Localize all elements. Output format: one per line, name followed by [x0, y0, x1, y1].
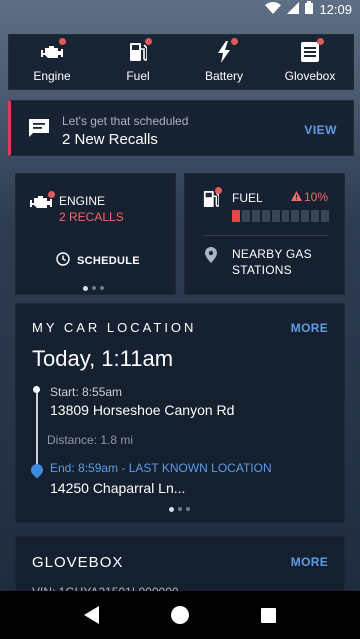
status-time: 12:09 — [319, 1, 352, 17]
trip-timeline-line — [36, 391, 38, 471]
quick-action-battery[interactable]: Battery — [181, 35, 267, 89]
home-icon[interactable] — [171, 606, 189, 624]
warning-icon — [290, 190, 302, 204]
schedule-button[interactable]: SCHEDULE — [56, 252, 140, 269]
android-nav-bar — [0, 591, 360, 639]
alert-dot — [59, 38, 66, 45]
pager-dot — [178, 507, 182, 511]
fuel-pump-icon — [126, 38, 152, 63]
recent-apps-icon[interactable] — [261, 607, 276, 623]
location-card-pager — [169, 506, 190, 512]
alert-dot — [215, 187, 222, 194]
quick-action-label: Battery — [204, 69, 243, 83]
start-time: Start: 8:55am — [50, 385, 123, 399]
fuel-gauge-segment — [271, 210, 280, 222]
fuel-gauge-segment — [291, 210, 300, 222]
trip-distance: Distance: 1.8 mi — [47, 433, 134, 447]
fuel-gauge-segment — [261, 210, 270, 222]
pager-dot-active — [83, 285, 88, 291]
chat-icon — [29, 119, 49, 142]
start-point-marker — [33, 386, 40, 393]
quick-action-label: Fuel — [126, 69, 150, 83]
location-more-button[interactable]: MORE — [291, 321, 328, 335]
back-icon[interactable] — [84, 606, 99, 624]
quick-action-fuel[interactable]: Fuel — [95, 35, 181, 89]
glovebox-more-button[interactable]: MORE — [291, 555, 328, 569]
fuel-gauge-segment — [321, 210, 330, 222]
glovebox-icon — [298, 38, 324, 63]
quick-action-engine[interactable]: Engine — [9, 35, 95, 89]
battery-bolt-icon — [212, 38, 238, 63]
pager-dot — [186, 507, 190, 511]
engine-icon — [30, 191, 55, 210]
quick-action-label: Engine — [33, 69, 71, 83]
quick-action-glovebox[interactable]: Glovebox — [267, 35, 353, 89]
schedule-label: SCHEDULE — [77, 254, 140, 267]
location-heading: MY CAR LOCATION — [32, 320, 197, 335]
engine-icon — [40, 38, 66, 63]
fuel-gauge-segment — [251, 210, 260, 222]
location-pin-icon — [205, 247, 217, 268]
engine-title: ENGINE — [59, 194, 106, 208]
fuel-percent: 10% — [290, 190, 328, 204]
fuel-gauge-segment — [241, 210, 250, 222]
fuel-gauge-segment — [311, 210, 320, 222]
start-address: 13809 Horseshoe Canyon Rd — [50, 402, 235, 418]
recalls-title: 2 New Recalls — [62, 131, 158, 148]
fuel-gauge — [232, 210, 330, 222]
wifi-icon — [265, 1, 282, 17]
status-bar: 12:09 — [0, 0, 360, 18]
quick-action-label: Glovebox — [284, 69, 336, 83]
alert-dot — [48, 191, 55, 198]
engine-card-pager — [83, 285, 104, 291]
pager-dot — [92, 286, 96, 290]
car-location-card[interactable]: MY CAR LOCATION MORE Today, 1:11am Start… — [15, 303, 345, 523]
fuel-gauge-segment-filled — [232, 210, 240, 222]
nearby-gas-stations-link[interactable]: NEARBY GAS STATIONS — [232, 246, 322, 278]
signal-icon — [287, 1, 300, 17]
end-address: 14250 Chaparral Ln... — [50, 480, 186, 496]
fuel-card[interactable]: FUEL 10% NEARBY GAS STATIONS — [184, 173, 345, 295]
quick-actions-bar: Engine Fuel Battery Glovebox — [8, 34, 354, 90]
engine-recalls-count: 2 RECALLS — [59, 210, 124, 224]
end-location-pin-icon — [28, 461, 46, 479]
pager-dot — [100, 286, 104, 290]
trip-date-time: Today, 1:11am — [32, 346, 174, 371]
recalls-subtitle: Let's get that scheduled — [62, 114, 189, 128]
engine-card[interactable]: ENGINE 2 RECALLS SCHEDULE — [15, 173, 176, 295]
divider — [203, 235, 328, 236]
fuel-title: FUEL — [232, 191, 263, 205]
fuel-pump-icon — [203, 187, 222, 208]
fuel-gauge-segment — [281, 210, 290, 222]
glovebox-heading: GLOVEBOX — [32, 554, 124, 571]
clock-icon — [56, 252, 70, 269]
pager-dot-active — [169, 506, 174, 512]
battery-icon — [305, 1, 314, 17]
fuel-gauge-segment — [301, 210, 310, 222]
end-time: End: 8:59am - LAST KNOWN LOCATION — [50, 461, 272, 475]
recalls-banner[interactable]: Let's get that scheduled 2 New Recalls V… — [8, 100, 354, 156]
alert-dot — [231, 38, 238, 45]
alert-dot — [145, 38, 152, 45]
view-recalls-button[interactable]: VIEW — [304, 123, 337, 137]
fuel-percent-value: 10% — [303, 190, 328, 204]
alert-dot — [317, 38, 324, 45]
